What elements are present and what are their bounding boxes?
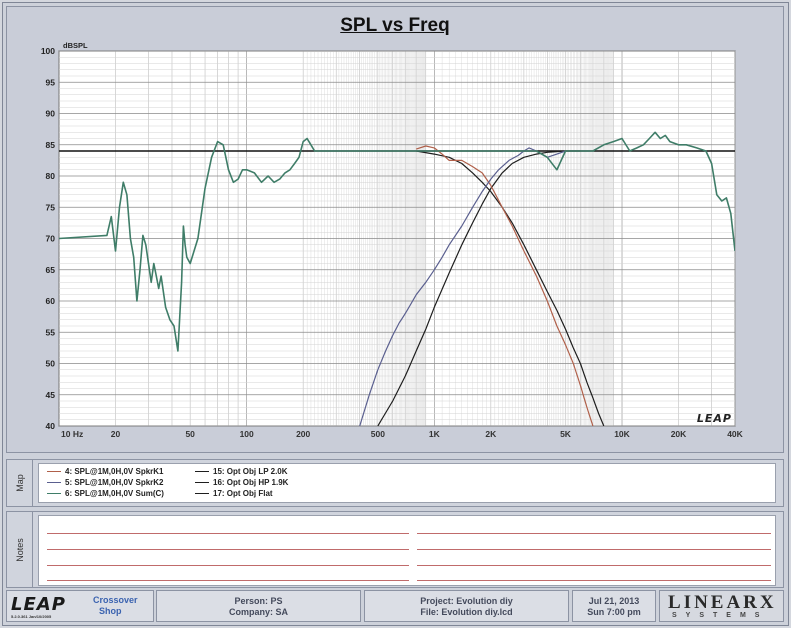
person-label: Person: PS [234,596,283,606]
y-tick-label: 75 [46,202,56,212]
legend-swatch-opt-hp [195,481,209,484]
legend-swatch-sum [47,492,61,495]
legend-swatch-spkrk1 [47,470,61,473]
linearx-subtitle: SYSTEMS [672,612,769,619]
x-tick-label: 500 [371,429,385,439]
x-tick-label: 40K [727,429,743,439]
footer-logo-box: LEAP 5.2.0.361 Jan/10/2005 Crossover Sho… [6,590,154,622]
map-section: Map 4: SPL@1M,0H,0V SpkrK1 5: SPL@1M,0H,… [6,459,784,507]
leap-version: 5.2.0.361 Jan/10/2005 [11,614,52,619]
legend-label-spkrk2: 5: SPL@1M,0H,0V SpkrK2 [65,478,164,487]
notes-section: Notes [6,511,784,588]
x-tick-label: 2K [485,429,497,439]
product-line2: Shop [99,606,122,616]
chart-panel: SPL vs Freq 100 95 90 85 80 75 70 65 60 55 50 45 40 1… [6,6,784,453]
legend-label-spkrk1: 4: SPL@1M,0H,0V SpkrK1 [65,467,164,476]
legend-swatch-opt-lp [195,470,209,473]
x-tick-label: 20K [671,429,687,439]
y-axis-label: dBSPL [63,41,88,50]
y-tick-label: 65 [46,265,56,275]
time-label: Sun 7:00 pm [587,607,641,617]
x-tick-label: 5K [560,429,572,439]
product-line1: Crossover [93,595,138,605]
y-tick-label: 60 [46,296,56,306]
x-tick-label: 50 [185,429,195,439]
footer-person-box: Person: PS Company: SA [156,590,361,622]
legend-swatch-spkrk2 [47,481,61,484]
y-tick-label: 45 [46,390,56,400]
notes-area[interactable] [38,515,776,586]
legend-item-sum[interactable]: 6: SPL@1M,0H,0V Sum(C) [47,489,164,498]
legend-item-opt-lp[interactable]: 15: Opt Obj LP 2.0K [195,467,288,476]
y-tick-label: 85 [46,140,56,150]
y-tick-label: 55 [46,327,56,337]
notes-side-label: Notes [7,512,33,587]
note-line [417,580,771,581]
note-line [47,533,409,534]
y-tick-label: 80 [46,171,56,181]
note-line [47,565,409,566]
map-legend: 4: SPL@1M,0H,0V SpkrK1 5: SPL@1M,0H,0V S… [38,463,776,503]
y-tick-label: 50 [46,359,56,369]
project-label: Project: Evolution diy [420,596,513,606]
map-side-label: Map [7,460,33,506]
y-tick-label: 90 [46,109,56,119]
legend-swatch-opt-flat [195,492,209,495]
map-label: Map [14,474,25,492]
y-tick-label: 40 [46,421,56,431]
legend-label-sum: 6: SPL@1M,0H,0V Sum(C) [65,489,164,498]
date-label: Jul 21, 2013 [588,596,640,606]
footer-datetime-box: Jul 21, 2013 Sun 7:00 pm [572,590,656,622]
legend-label-opt-hp: 16: Opt Obj HP 1.9K [213,478,289,487]
x-tick-label: 10K [614,429,630,439]
x-tick-label: 10 Hz [61,429,83,439]
x-tick-label: 1K [429,429,441,439]
product-name: Crossover Shop [93,595,138,617]
legend-item-spkrk2[interactable]: 5: SPL@1M,0H,0V SpkrK2 [47,478,164,487]
note-line [47,580,409,581]
note-line [47,549,409,550]
note-line [417,565,771,566]
spl-vs-freq-chart: 100 95 90 85 80 75 70 65 60 55 50 45 40 10 Hz 20 50 100 2… [41,41,744,439]
x-tick-label: 100 [240,429,254,439]
legend-label-opt-lp: 15: Opt Obj LP 2.0K [213,467,288,476]
legend-item-opt-hp[interactable]: 16: Opt Obj HP 1.9K [195,478,288,487]
linearx-logo: LINEARX [668,592,777,613]
note-line [417,549,771,550]
x-tick-label: 200 [296,429,310,439]
notes-label: Notes [14,537,25,562]
company-label: Company: SA [228,607,288,617]
footer-brand-box: LINEARX SYSTEMS [659,590,784,622]
legend-item-opt-flat[interactable]: 17: Opt Obj Flat [195,489,273,498]
x-tick-label: 20 [111,429,121,439]
y-tick-label: 70 [46,234,56,244]
footer-project-box: Project: Evolution diy File: Evolution d… [364,590,569,622]
legend-label-opt-flat: 17: Opt Obj Flat [213,489,273,498]
file-label: File: Evolution diy.lcd [420,607,513,617]
leap-watermark: LEAP [697,412,732,425]
leap-logo: LEAP [11,594,66,615]
y-tick-label: 100 [41,46,55,56]
footer: LEAP 5.2.0.361 Jan/10/2005 Crossover Sho… [6,590,784,622]
legend-item-spkrk1[interactable]: 4: SPL@1M,0H,0V SpkrK1 [47,467,164,476]
y-tick-label: 95 [46,77,56,87]
note-line [417,533,771,534]
